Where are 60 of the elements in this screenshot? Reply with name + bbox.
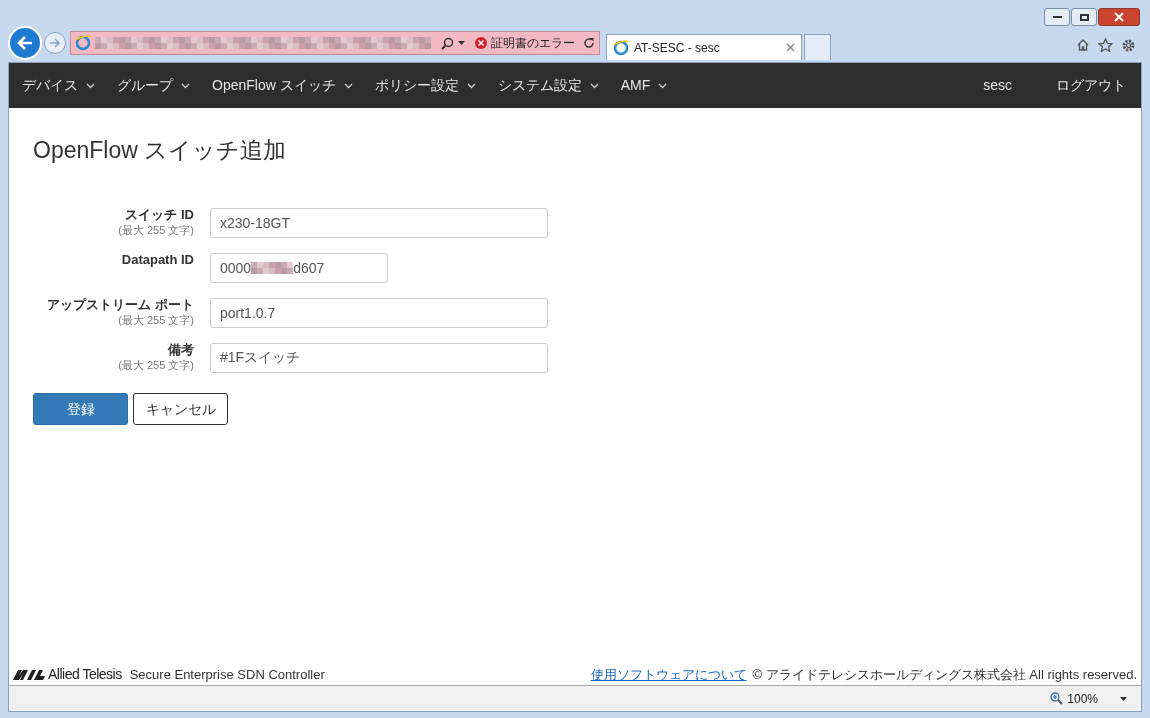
chevron-down-icon bbox=[86, 82, 95, 89]
field-label: Datapath ID bbox=[121, 251, 194, 268]
close-icon bbox=[1114, 12, 1124, 22]
nav-menu[interactable]: AMF bbox=[620, 75, 668, 96]
back-button[interactable] bbox=[8, 26, 42, 60]
field-hint: (最大 255 文字) bbox=[118, 313, 194, 327]
username: sesc bbox=[983, 76, 1012, 95]
field-label: 備考 bbox=[168, 341, 194, 358]
chevron-down-icon bbox=[589, 82, 599, 89]
software-link[interactable]: 使用ソフトウェアについて bbox=[590, 664, 747, 685]
field-label: アップストリーム ポート bbox=[47, 296, 194, 313]
caret-icon bbox=[458, 41, 465, 45]
browser-tab[interactable]: AT-SESC - sesc bbox=[606, 34, 802, 60]
chevron-down-icon bbox=[181, 82, 190, 89]
chevron-down-icon bbox=[343, 82, 353, 89]
arrow-right-icon bbox=[49, 38, 61, 48]
chevron-down-icon bbox=[658, 82, 668, 89]
maximize-button[interactable] bbox=[1071, 8, 1097, 26]
home-icon[interactable] bbox=[1076, 38, 1090, 52]
close-button[interactable] bbox=[1098, 8, 1140, 26]
chevron-down-icon bbox=[466, 82, 476, 89]
certificate-error-text[interactable]: 証明書のエラー bbox=[491, 34, 575, 52]
product-name: Secure Enterprise SDN Controller bbox=[129, 665, 325, 684]
browser-logo-icon bbox=[613, 39, 629, 56]
page-title: OpenFlow スイッチ追加 bbox=[33, 136, 288, 165]
text-field[interactable]: port1.0.7 bbox=[210, 298, 548, 328]
error-icon bbox=[475, 37, 487, 49]
nav-menu[interactable]: システム設定 bbox=[497, 75, 599, 96]
text-field[interactable]: x230-18GT bbox=[210, 208, 548, 238]
nav-menu[interactable]: デバイス bbox=[22, 75, 95, 96]
caret-icon[interactable] bbox=[1120, 696, 1127, 701]
logout-link[interactable]: ログアウト bbox=[1056, 75, 1126, 96]
text-field[interactable]: 0000 d607 bbox=[210, 253, 388, 283]
zoom-level[interactable]: 100% bbox=[1067, 689, 1098, 708]
copyright-text: © アライドテレシスホールディングス株式会社 All rights reserved. bbox=[752, 665, 1137, 684]
settings-icon[interactable] bbox=[1121, 38, 1136, 53]
close-icon[interactable] bbox=[786, 43, 795, 52]
nav-menu[interactable]: グループ bbox=[117, 75, 190, 96]
nav-menu[interactable]: ポリシー設定 bbox=[374, 75, 476, 96]
nav-menu[interactable]: OpenFlow スイッチ bbox=[212, 75, 353, 96]
brand-name: Allied Telesis bbox=[48, 665, 122, 684]
arrow-left-icon bbox=[16, 35, 34, 51]
search-icon bbox=[441, 36, 454, 50]
field-value-start: 0000 bbox=[220, 258, 252, 278]
register-button[interactable]: 登録 bbox=[33, 393, 128, 425]
star-icon[interactable] bbox=[1098, 38, 1113, 52]
address-bar[interactable]: 証明書のエラー bbox=[70, 31, 600, 55]
field-value-end: d607 bbox=[293, 258, 325, 278]
minimize-button[interactable] bbox=[1044, 8, 1070, 26]
blurred-value-drawing bbox=[251, 262, 294, 274]
field-hint: (最大 255 文字) bbox=[118, 358, 194, 372]
brand-logo-icon bbox=[13, 669, 45, 680]
cancel-button[interactable]: キャンセル bbox=[133, 393, 228, 425]
text-field[interactable]: #1Fスイッチ bbox=[210, 343, 548, 373]
field-hint: (最大 255 文字) bbox=[118, 223, 194, 237]
tab-title: AT-SESC - sesc bbox=[634, 39, 720, 57]
browser-logo-icon bbox=[75, 35, 91, 51]
zoom-icon bbox=[1050, 692, 1064, 705]
refresh-icon bbox=[583, 37, 595, 49]
field-label: スイッチ ID bbox=[125, 206, 194, 223]
